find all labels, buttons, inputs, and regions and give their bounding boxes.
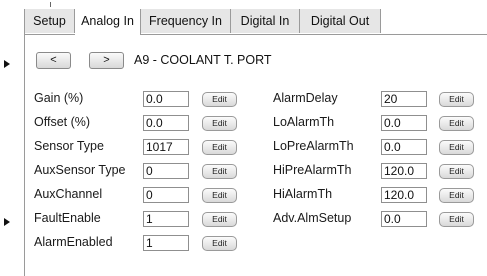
- hi-pre-alarm-th-edit-button[interactable]: Edit: [439, 164, 474, 179]
- lo-pre-alarm-th-input[interactable]: 0.0: [381, 139, 427, 155]
- tab-frequency-in[interactable]: Frequency In: [141, 9, 231, 33]
- fault-enable-input[interactable]: 1: [143, 211, 189, 227]
- field-label: AuxSensor Type: [34, 163, 126, 177]
- hi-pre-alarm-th-input[interactable]: 120.0: [381, 163, 427, 179]
- field-label: HiAlarmTh: [273, 187, 333, 201]
- field-label: Sensor Type: [34, 139, 104, 153]
- channel-title: A9 - COOLANT T. PORT: [134, 53, 272, 67]
- lo-alarm-th-input[interactable]: 0.0: [381, 115, 427, 131]
- aux-channel-input[interactable]: 0: [143, 187, 189, 203]
- tab-bar: Setup Analog In Frequency In Digital In …: [25, 9, 487, 35]
- prev-channel-button[interactable]: <: [36, 52, 71, 69]
- offset-input[interactable]: 0.0: [143, 115, 189, 131]
- sensor-type-input[interactable]: 1017: [143, 139, 189, 155]
- alarm-enabled-edit-button[interactable]: Edit: [202, 236, 237, 251]
- tab-setup[interactable]: Setup: [25, 9, 75, 33]
- aux-sensor-type-edit-button[interactable]: Edit: [202, 164, 237, 179]
- tab-digital-out[interactable]: Digital Out: [300, 9, 381, 33]
- alarm-enabled-input[interactable]: 1: [143, 235, 189, 251]
- field-label: AlarmEnabled: [34, 235, 113, 249]
- field-label: AuxChannel: [34, 187, 103, 201]
- field-label: HiPreAlarmTh: [273, 163, 352, 177]
- lo-alarm-th-edit-button[interactable]: Edit: [439, 116, 474, 131]
- field-label: Adv.AlmSetup: [273, 211, 352, 225]
- offset-edit-button[interactable]: Edit: [202, 116, 237, 131]
- adv-alm-setup-input[interactable]: 0.0: [381, 211, 427, 227]
- next-channel-button[interactable]: >: [89, 52, 124, 69]
- tab-analog-in[interactable]: Analog In: [75, 9, 141, 35]
- analog-in-panel: Setup Analog In Frequency In Digital In …: [24, 9, 487, 276]
- callout-arrow-2: [4, 218, 10, 226]
- callout-arrow-1: [4, 60, 10, 68]
- aux-channel-edit-button[interactable]: Edit: [202, 188, 237, 203]
- field-label: Offset (%): [34, 115, 91, 129]
- aux-sensor-type-input[interactable]: 0: [143, 163, 189, 179]
- field-label: AlarmDelay: [273, 91, 338, 105]
- tab-digital-in[interactable]: Digital In: [231, 9, 300, 33]
- hi-alarm-th-input[interactable]: 120.0: [381, 187, 427, 203]
- sensor-type-edit-button[interactable]: Edit: [202, 140, 237, 155]
- adv-alm-setup-edit-button[interactable]: Edit: [439, 212, 474, 227]
- field-label: LoPreAlarmTh: [273, 139, 354, 153]
- alarm-delay-edit-button[interactable]: Edit: [439, 92, 474, 107]
- field-label: FaultEnable: [34, 211, 101, 225]
- callout-tick: [50, 2, 51, 7]
- gain-edit-button[interactable]: Edit: [202, 92, 237, 107]
- hi-alarm-th-edit-button[interactable]: Edit: [439, 188, 474, 203]
- field-label: LoAlarmTh: [273, 115, 335, 129]
- lo-pre-alarm-th-edit-button[interactable]: Edit: [439, 140, 474, 155]
- fault-enable-edit-button[interactable]: Edit: [202, 212, 237, 227]
- gain-input[interactable]: 0.0: [143, 91, 189, 107]
- alarm-delay-input[interactable]: 20: [381, 91, 427, 107]
- field-label: Gain (%): [34, 91, 84, 105]
